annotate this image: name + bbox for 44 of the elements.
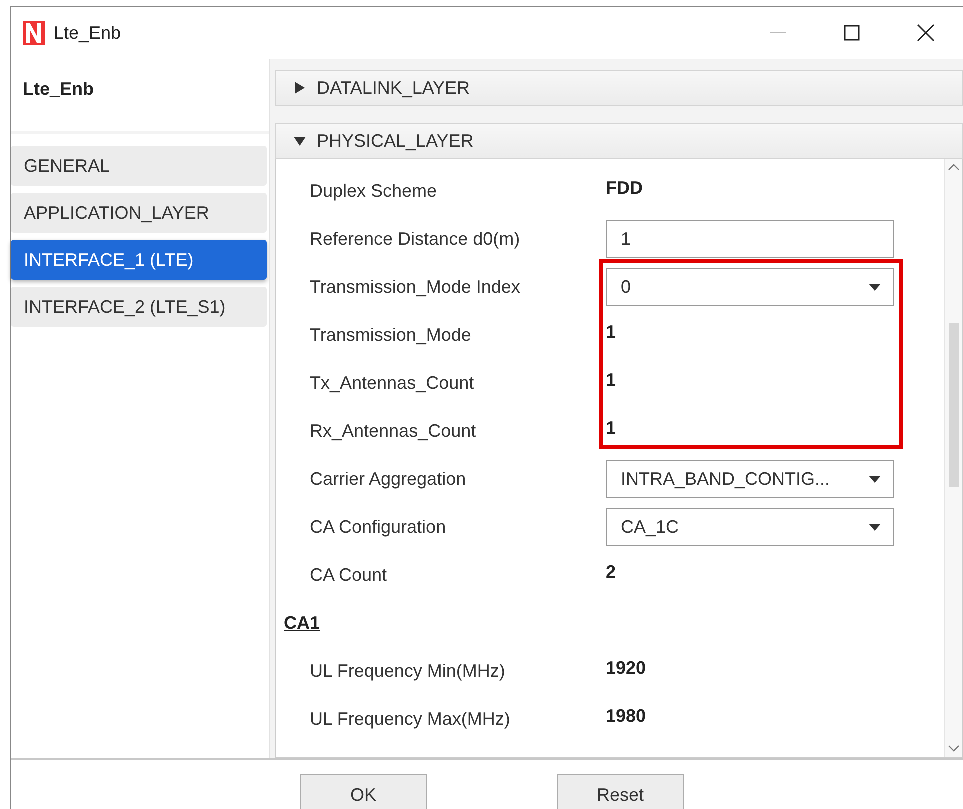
window-title: Lte_Enb — [54, 22, 122, 44]
group-heading: CA1 — [284, 612, 322, 634]
field-label: Transmission_Mode Index — [310, 276, 522, 298]
dropdown[interactable]: CA_1C — [606, 508, 894, 546]
field-label: Rx_Antennas_Count — [310, 420, 478, 442]
sidebar-item[interactable]: APPLICATION_LAYER — [11, 193, 267, 233]
caret-icon — [869, 524, 881, 530]
field-value: 1 — [606, 418, 616, 438]
section-header[interactable]: PHYSICAL_LAYER — [275, 123, 963, 159]
caret-icon — [869, 476, 881, 482]
input-field[interactable]: 1 — [606, 220, 894, 258]
panel-title: Lte_Enb — [22, 78, 96, 101]
scroll-down-icon[interactable] — [948, 745, 960, 753]
dialog-button[interactable]: Reset — [557, 774, 684, 809]
field-value: 1980 — [606, 706, 646, 726]
caret-icon — [869, 284, 881, 290]
close-icon — [917, 24, 935, 42]
sidebar-item[interactable]: GENERAL — [11, 146, 267, 186]
scrollbar[interactable] — [944, 159, 962, 757]
app-logo-icon — [22, 20, 46, 46]
scrollbar-thumb[interactable] — [948, 323, 958, 487]
field-label: Reference Distance d0(m) — [310, 228, 522, 250]
field-value: 2 — [606, 562, 616, 582]
field-label: UL Frequency Min(MHz) — [310, 660, 506, 682]
scroll-up-icon[interactable] — [948, 163, 960, 171]
field-label: Duplex Scheme — [310, 180, 438, 202]
field-label: CA Count — [310, 564, 388, 586]
dialog-button[interactable]: OK — [300, 774, 427, 809]
field-value: 1 — [606, 370, 616, 390]
dropdown[interactable]: 0 — [606, 268, 894, 306]
field-value: 1920 — [606, 658, 646, 678]
maximize-icon — [844, 25, 860, 41]
dropdown[interactable]: INTRA_BAND_CONTIG... — [606, 460, 894, 498]
section-header[interactable]: DATALINK_LAYER — [275, 70, 963, 106]
field-label: UL Frequency Max(MHz) — [310, 708, 512, 730]
field-value: FDD — [606, 178, 643, 198]
field-label: CA Configuration — [310, 516, 448, 538]
field-label: Transmission_Mode — [310, 324, 472, 346]
sidebar-item[interactable]: INTERFACE_2 (LTE_S1) — [11, 287, 267, 327]
minimize-icon — [770, 32, 786, 34]
sidebar-item[interactable]: INTERFACE_1 (LTE) — [11, 240, 267, 280]
field-label: Tx_Antennas_Count — [310, 372, 476, 394]
field-label: Carrier Aggregation — [310, 468, 468, 490]
field-value: 1 — [606, 322, 616, 342]
